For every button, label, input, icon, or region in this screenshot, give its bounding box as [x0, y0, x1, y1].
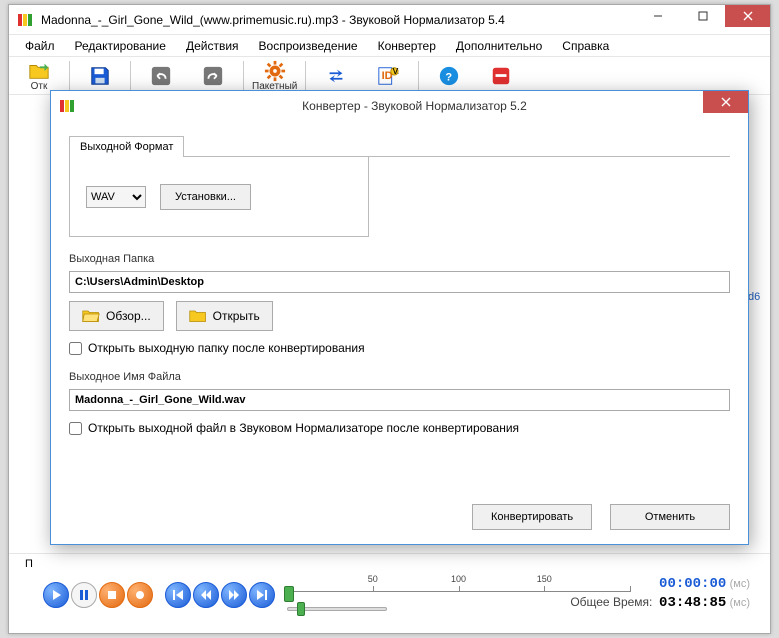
play-button[interactable] — [43, 582, 69, 608]
exit-icon — [490, 65, 512, 87]
dialog-close-button[interactable] — [703, 91, 748, 113]
tb-undo[interactable] — [135, 58, 187, 94]
ruler-tick-100: 100 — [451, 574, 466, 584]
tb-convert[interactable] — [310, 58, 362, 94]
format-select[interactable]: WAV — [86, 186, 146, 208]
tb-help[interactable]: ? — [423, 58, 475, 94]
separator — [243, 61, 244, 91]
total-time-label: Общее Время: — [570, 595, 652, 609]
menu-playback[interactable]: Воспроизведение — [249, 36, 368, 56]
tb-open-label: Отк — [31, 81, 48, 92]
open-file-after-checkbox[interactable] — [69, 422, 82, 435]
tb-save[interactable] — [74, 58, 126, 94]
id3-icon: IDv2 — [377, 65, 399, 87]
app-icon — [17, 12, 33, 28]
tb-exit[interactable] — [475, 58, 527, 94]
separator — [305, 61, 306, 91]
output-filename-group: Выходное Имя Файла Открыть выходной файл… — [69, 371, 730, 435]
svg-text:?: ? — [446, 71, 453, 83]
open-folder-icon — [28, 60, 50, 82]
pause-button[interactable] — [71, 582, 97, 608]
ruler-tick-50: 50 — [368, 574, 378, 584]
cancel-button[interactable]: Отменить — [610, 504, 730, 530]
tb-batch[interactable]: Пакетный — [248, 58, 301, 94]
folder-open-icon — [82, 308, 100, 324]
converter-dialog: Конвертер - Звуковой Нормализатор 5.2 Вы… — [50, 90, 749, 545]
browse-label: Обзор... — [106, 309, 151, 323]
menu-converter[interactable]: Конвертер — [368, 36, 446, 56]
menu-file[interactable]: Файл — [15, 36, 65, 56]
current-time: 00:00:00 — [659, 576, 726, 592]
record-button[interactable] — [127, 582, 153, 608]
output-folder-input[interactable] — [69, 271, 730, 293]
tab-panel: WAV Установки... — [69, 157, 369, 237]
forward-button[interactable] — [221, 582, 247, 608]
output-filename-input[interactable] — [69, 389, 730, 411]
player-buttons — [43, 582, 277, 608]
separator — [130, 61, 131, 91]
tb-id3[interactable]: IDv2 — [362, 58, 414, 94]
side-hint-text: d6 — [748, 291, 770, 303]
tb-open[interactable]: Отк — [13, 58, 65, 94]
open-file-after-check[interactable]: Открыть выходной файл в Звуковом Нормали… — [69, 421, 730, 435]
open-label: Открыть — [213, 309, 260, 323]
position-marker[interactable] — [284, 586, 294, 602]
menubar: Файл Редактирование Действия Воспроизвед… — [9, 35, 770, 57]
ruler-tick-150: 150 — [537, 574, 552, 584]
dialog-titlebar[interactable]: Конвертер - Звуковой Нормализатор 5.2 — [51, 91, 748, 121]
time-readout: 00:00:00 (мс) Общее Время: 03:48:85 (мс) — [570, 574, 750, 612]
open-folder-after-label: Открыть выходную папку после конвертиров… — [88, 341, 365, 355]
convert-icon — [325, 65, 347, 87]
volume-slider[interactable] — [287, 602, 387, 618]
folder-icon — [189, 308, 207, 324]
skip-start-button[interactable] — [165, 582, 191, 608]
open-folder-after-check[interactable]: Открыть выходную папку после конвертиров… — [69, 341, 730, 355]
svg-text:v2: v2 — [393, 65, 399, 77]
total-time: 03:48:85 — [659, 595, 726, 611]
open-folder-button[interactable]: Открыть — [176, 301, 273, 331]
minimize-button[interactable] — [635, 5, 680, 27]
output-folder-group: Выходная Папка Обзор... Открыть Открыть … — [69, 253, 730, 355]
settings-button[interactable]: Установки... — [160, 184, 251, 210]
player-panel: П 50 100 150 00:00:00 (мс) Общ — [9, 553, 770, 633]
main-titlebar[interactable]: Madonna_-_Girl_Gone_Wild_(www.primemusic… — [9, 5, 770, 35]
dialog-title: Конвертер - Звуковой Нормализатор 5.2 — [81, 99, 748, 113]
menu-advanced[interactable]: Дополнительно — [446, 36, 552, 56]
output-filename-label: Выходное Имя Файла — [69, 371, 730, 383]
skip-end-button[interactable] — [249, 582, 275, 608]
slider-thumb[interactable] — [297, 602, 305, 616]
browse-button[interactable]: Обзор... — [69, 301, 164, 331]
batch-gear-icon — [264, 60, 286, 82]
redo-icon — [202, 65, 224, 87]
undo-icon — [150, 65, 172, 87]
dialog-button-row: Конвертировать Отменить — [472, 504, 730, 530]
open-file-after-label: Открыть выходной файл в Звуковом Нормали… — [88, 421, 519, 435]
menu-help[interactable]: Справка — [552, 36, 619, 56]
tb-redo[interactable] — [187, 58, 239, 94]
menu-actions[interactable]: Действия — [176, 36, 249, 56]
close-button[interactable] — [725, 5, 770, 27]
separator — [418, 61, 419, 91]
player-p-label: П — [25, 558, 33, 570]
menu-edit[interactable]: Редактирование — [65, 36, 176, 56]
output-folder-label: Выходная Папка — [69, 253, 730, 265]
help-icon: ? — [438, 65, 460, 87]
save-icon — [89, 65, 111, 87]
window-controls — [635, 5, 770, 34]
convert-button[interactable]: Конвертировать — [472, 504, 592, 530]
tab-strip: Выходной Формат — [69, 135, 730, 157]
main-window-title: Madonna_-_Girl_Gone_Wild_(www.primemusic… — [41, 13, 635, 27]
separator — [69, 61, 70, 91]
rewind-button[interactable] — [193, 582, 219, 608]
open-folder-after-checkbox[interactable] — [69, 342, 82, 355]
stop-button[interactable] — [99, 582, 125, 608]
dialog-body: Выходной Формат WAV Установки... Выходна… — [51, 121, 748, 449]
tab-output-format[interactable]: Выходной Формат — [69, 136, 184, 157]
maximize-button[interactable] — [680, 5, 725, 27]
app-icon — [59, 98, 75, 114]
